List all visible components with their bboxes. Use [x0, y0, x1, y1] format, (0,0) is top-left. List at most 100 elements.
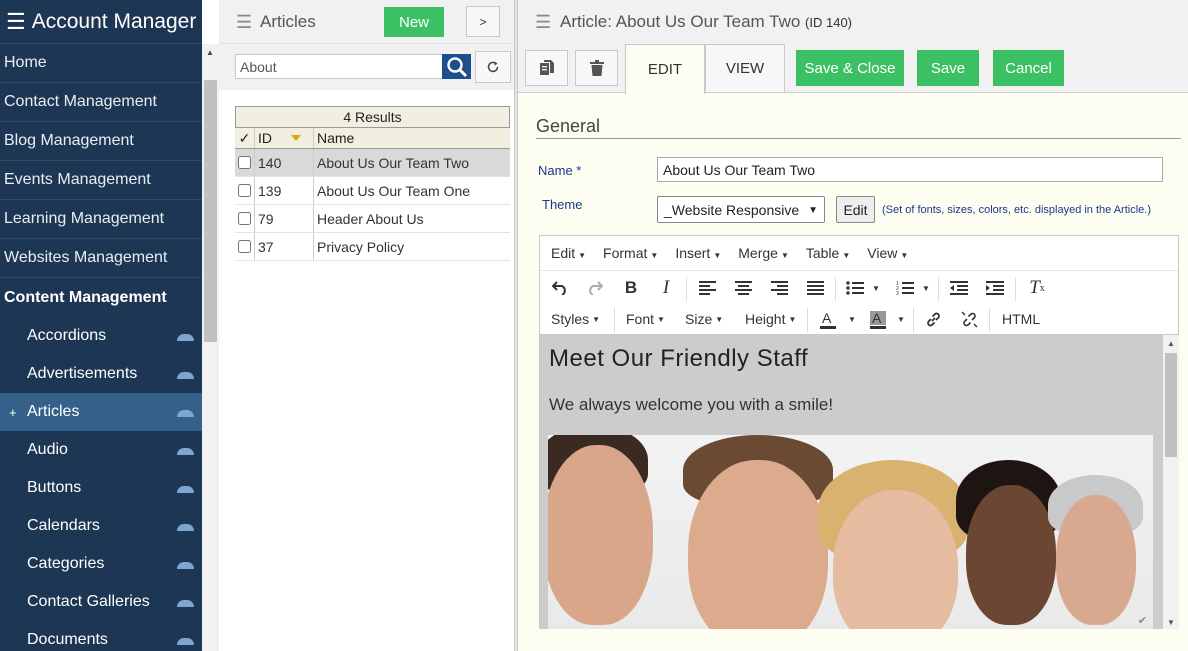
content-heading[interactable]: Meet Our Friendly Staff [549, 345, 808, 373]
bold-icon[interactable]: B [622, 278, 640, 298]
collapse-icon[interactable] [177, 410, 194, 417]
name-column-header[interactable]: Name [314, 128, 510, 148]
cancel-button[interactable]: Cancel [993, 50, 1064, 86]
sidebar-subitem-advertisements[interactable]: Advertisements [0, 355, 202, 393]
menu-merge[interactable]: Merge ▼ [738, 245, 789, 261]
plus-icon[interactable]: + [9, 405, 17, 420]
align-justify-icon[interactable] [806, 280, 824, 296]
sidebar-item-learning-management[interactable]: Learning Management [0, 200, 202, 239]
styles-dropdown[interactable]: Styles ▼ [551, 308, 600, 330]
sidebar-subitem-audio[interactable]: Audio [0, 431, 202, 469]
link-icon[interactable] [924, 310, 942, 328]
row-name[interactable]: Privacy Policy [314, 233, 510, 260]
row-checkbox[interactable] [238, 212, 251, 225]
scroll-down-icon[interactable]: ▼ [1167, 618, 1175, 627]
table-row[interactable]: 139 About Us Our Team One [235, 177, 510, 205]
collapse-icon[interactable] [177, 486, 194, 493]
table-row[interactable]: 79 Header About Us [235, 205, 510, 233]
sidebar-subitem-categories[interactable]: Categories [0, 545, 202, 583]
height-dropdown[interactable]: Height ▼ [745, 308, 796, 330]
menu-view[interactable]: View ▼ [867, 245, 908, 261]
align-center-icon[interactable] [734, 280, 752, 296]
row-checkbox[interactable] [238, 240, 251, 253]
menu-icon[interactable]: ☰ [535, 12, 551, 33]
row-checkbox[interactable] [238, 184, 251, 197]
collapse-icon[interactable] [177, 448, 194, 455]
menu-insert[interactable]: Insert ▼ [675, 245, 721, 261]
align-left-icon[interactable] [698, 280, 716, 296]
sidebar-item-events-management[interactable]: Events Management [0, 161, 202, 200]
indent-icon[interactable] [986, 280, 1004, 296]
text-color-icon[interactable]: A [819, 309, 837, 331]
scroll-up-icon[interactable]: ▲ [1167, 339, 1175, 348]
theme-select[interactable]: _Website Responsive ▼ [657, 196, 825, 223]
new-button[interactable]: New [384, 7, 444, 37]
row-checkbox[interactable] [238, 156, 251, 169]
caret-down-icon[interactable]: ▼ [921, 283, 931, 293]
caret-down-icon[interactable]: ▼ [896, 314, 906, 324]
save-close-button[interactable]: Save & Close [796, 50, 904, 86]
refresh-button[interactable] [475, 51, 511, 83]
name-field[interactable] [657, 157, 1163, 182]
sidebar-item-websites-management[interactable]: Websites Management [0, 239, 202, 278]
clear-formatting-icon[interactable]: Tx [1027, 277, 1047, 298]
copy-button[interactable] [525, 50, 568, 86]
italic-icon[interactable]: I [657, 277, 675, 298]
undo-icon[interactable] [551, 279, 569, 297]
background-color-icon[interactable]: A [869, 309, 887, 331]
scrollbar-thumb[interactable] [204, 80, 217, 342]
tab-view[interactable]: VIEW [705, 44, 785, 93]
menu-icon[interactable]: ☰ [236, 12, 252, 33]
sidebar-item-content-management[interactable]: Content Management [0, 278, 202, 317]
check-column-header[interactable]: ✓ [235, 128, 255, 148]
menu-format[interactable]: Format ▼ [603, 245, 658, 261]
editor-content[interactable]: Meet Our Friendly Staff We always welcom… [540, 335, 1163, 629]
align-right-icon[interactable] [770, 280, 788, 296]
sidebar-item-blog-management[interactable]: Blog Management [0, 122, 202, 161]
resize-handle-icon[interactable]: ✔ [1138, 614, 1147, 627]
scrollbar-thumb[interactable] [1165, 353, 1177, 457]
content-paragraph[interactable]: We always welcome you with a smile! [549, 395, 833, 415]
row-name[interactable]: Header About Us [314, 205, 510, 232]
numbered-list-icon[interactable]: 123 [895, 280, 915, 296]
row-name[interactable]: About Us Our Team Two [314, 149, 510, 176]
sidebar-subitem-calendars[interactable]: Calendars [0, 507, 202, 545]
staff-photo[interactable]: ✔ [548, 435, 1153, 629]
menu-edit[interactable]: Edit ▼ [551, 245, 586, 261]
tab-edit[interactable]: EDIT [625, 44, 705, 94]
redo-icon[interactable] [586, 279, 604, 297]
collapse-icon[interactable] [177, 372, 194, 379]
search-button[interactable] [442, 54, 471, 79]
caret-down-icon[interactable]: ▼ [871, 283, 881, 293]
editor-scrollbar[interactable]: ▲ ▼ [1163, 335, 1179, 629]
sidebar-subitem-documents[interactable]: Documents [0, 621, 202, 651]
bullet-list-icon[interactable] [845, 280, 865, 296]
sidebar-subitem-articles[interactable]: + Articles [0, 393, 202, 431]
font-dropdown[interactable]: Font ▼ [626, 308, 665, 330]
collapse-icon[interactable] [177, 524, 194, 531]
html-button[interactable]: HTML [1002, 308, 1040, 330]
sidebar-subitem-accordions[interactable]: Accordions [0, 317, 202, 355]
table-row[interactable]: 140 About Us Our Team Two [235, 149, 510, 177]
sidebar-subitem-buttons[interactable]: Buttons [0, 469, 202, 507]
save-button[interactable]: Save [917, 50, 979, 86]
scroll-up-icon[interactable]: ▲ [206, 48, 214, 57]
row-name[interactable]: About Us Our Team One [314, 177, 510, 204]
collapse-icon[interactable] [177, 638, 194, 645]
delete-button[interactable] [575, 50, 618, 86]
sidebar-scrollbar[interactable]: ▲ [202, 44, 219, 651]
search-input[interactable] [235, 54, 443, 79]
sidebar-subitem-contact-galleries[interactable]: Contact Galleries [0, 583, 202, 621]
menu-icon[interactable]: ☰ [6, 9, 26, 35]
collapse-icon[interactable] [177, 562, 194, 569]
expand-button[interactable]: > [466, 6, 500, 37]
table-row[interactable]: 37 Privacy Policy [235, 233, 510, 261]
unlink-icon[interactable] [960, 310, 978, 328]
sidebar-item-contact-management[interactable]: Contact Management [0, 83, 202, 122]
id-column-header[interactable]: ID [255, 128, 314, 148]
outdent-icon[interactable] [950, 280, 968, 296]
sidebar-item-home[interactable]: Home [0, 44, 202, 83]
caret-down-icon[interactable]: ▼ [847, 314, 857, 324]
collapse-icon[interactable] [177, 600, 194, 607]
menu-table[interactable]: Table ▼ [806, 245, 850, 261]
